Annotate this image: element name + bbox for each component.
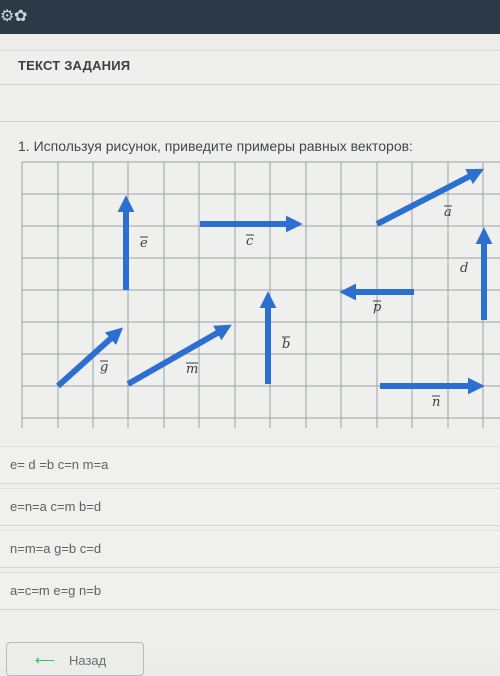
answer-option-3[interactable]: n=m=a g=b c=d <box>0 530 500 568</box>
answer-option-2[interactable]: e=n=a c=m b=d <box>0 488 500 526</box>
answer-text: e=n=a c=m b=d <box>10 499 102 514</box>
vector-label-b: b <box>282 337 290 352</box>
vector-label-c: c <box>246 234 254 249</box>
vector-label-e: e <box>140 236 148 251</box>
vector-g <box>55 327 123 389</box>
answer-text: e= d =b c=n m=a <box>10 457 109 472</box>
back-button[interactable]: ⟵ Назад <box>6 642 144 676</box>
vector-label-g: g <box>100 360 108 375</box>
vector-m <box>126 324 232 387</box>
answer-text: n=m=a g=b c=d <box>10 541 102 556</box>
vector-label-p: p <box>373 300 382 315</box>
answer-option-1[interactable]: e= d =b c=n m=a <box>0 446 500 484</box>
answer-text: a=c=m e=g n=b <box>10 583 102 598</box>
vector-a <box>375 168 484 227</box>
vector-label-a: a <box>444 205 452 220</box>
vector-label-n: n <box>432 395 440 410</box>
answer-option-4[interactable]: a=c=m e=g n=b <box>0 572 500 610</box>
vector-label-m: m <box>186 362 198 377</box>
arrow-left-icon: ⟵ <box>35 652 56 668</box>
vector-label-d: d <box>460 261 468 276</box>
